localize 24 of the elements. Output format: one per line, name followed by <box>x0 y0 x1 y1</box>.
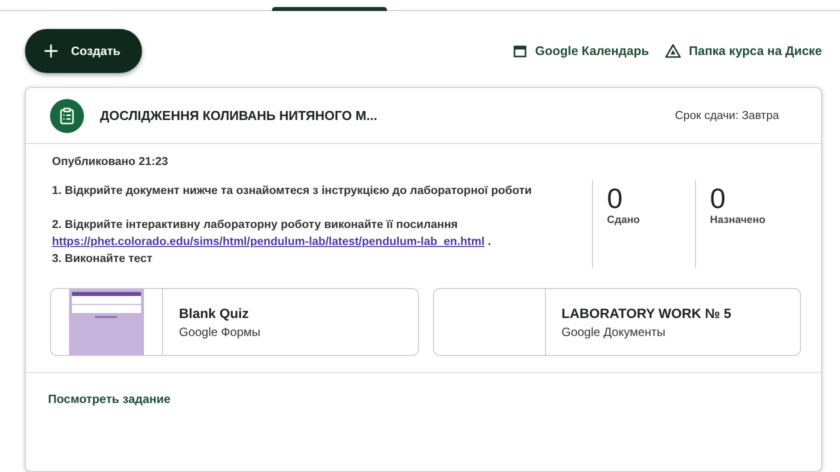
assignment-title: ДОСЛІДЖЕННЯ КОЛИВАНЬ НИТЯНОГО М... <box>100 108 378 123</box>
calendar-icon <box>513 44 528 58</box>
view-assignment-link[interactable]: Посмотреть задание <box>48 392 171 406</box>
instruction-text: 1. Відкрийте документ нижче та ознайомтеся з інструкцією до лабораторної роботи <box>52 184 533 199</box>
drive-icon <box>664 44 681 58</box>
stat-value: 0 <box>607 184 624 214</box>
attachment-type: Google Документы <box>562 324 666 338</box>
instruction-text: 3. Виконайте тест <box>52 252 154 267</box>
attachment-type: Google Формы <box>179 324 260 338</box>
attachment-card[interactable]: LABORATORY WORK № 5 Google Документы <box>432 288 801 356</box>
due-date: Срок сдачи: Завтра <box>675 110 779 122</box>
attachment-card[interactable]: Blank Quiz Google Формы <box>50 288 418 356</box>
attachment-title: Blank Quiz <box>179 306 250 320</box>
instruction-text: 2. Відкрийте інтерактивну лабораторну роботу виконайте її посилання https://phet.colorado.edu/sims/html/pendulum-lab/latest/pendulum-lab_en.html . <box>52 218 492 250</box>
link[interactable]: https://phet.colorado.edu/sims/html/pendulum-lab/latest/pendulum-lab_en.html <box>52 236 485 248</box>
stat-value: 0 <box>710 184 727 214</box>
published-time: Опубликовано 21:23 <box>52 155 169 170</box>
stat-label: Сдано <box>607 214 641 226</box>
create-button[interactable]: Создать <box>25 29 142 73</box>
drive-folder-link[interactable]: Папка курса на Диске <box>664 44 822 58</box>
assignment-icon <box>50 98 84 132</box>
calendar-link[interactable]: Google Календарь <box>513 44 649 58</box>
attachment-title: LABORATORY WORK № 5 <box>562 306 732 320</box>
stat-label: Назначено <box>710 214 766 226</box>
